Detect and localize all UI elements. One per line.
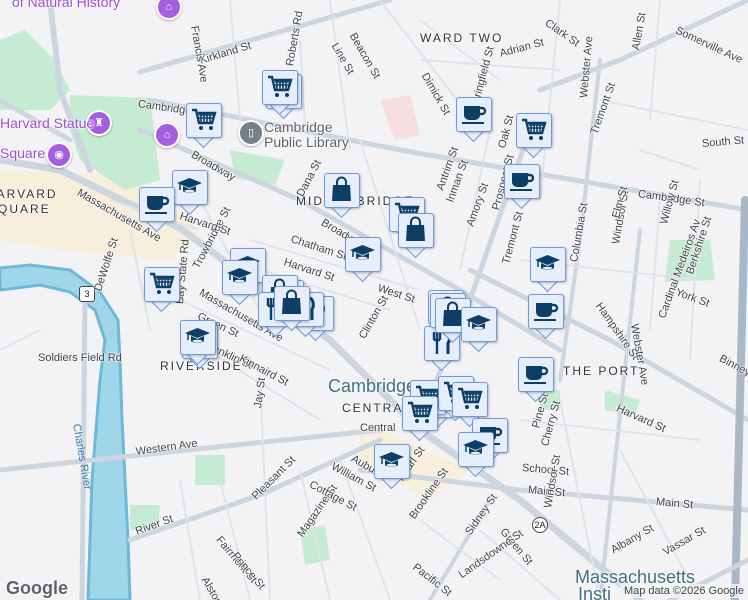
library-icon[interactable]: ▯ [238, 120, 264, 146]
map-marker[interactable] [402, 396, 438, 442]
shopping-cart-icon [150, 272, 175, 294]
map-marker[interactable] [144, 267, 180, 313]
city-label: Cambridge [328, 376, 417, 396]
map-marker[interactable] [172, 170, 208, 216]
street-label: Central [360, 422, 396, 434]
graduation-cap-icon [177, 178, 202, 193]
map-base-layer [0, 0, 748, 600]
coffee-cup-icon [524, 366, 549, 384]
map-marker[interactable] [461, 307, 497, 353]
map-marker[interactable] [398, 213, 434, 259]
shopping-bag-icon [282, 289, 301, 314]
map-marker[interactable] [262, 70, 298, 116]
map-marker[interactable] [518, 357, 554, 403]
coffee-cup-icon [510, 173, 535, 191]
coffee-cup-icon [534, 303, 559, 321]
map-marker[interactable] [516, 113, 552, 159]
museum-label: of Natural History [12, 0, 121, 10]
google-logo[interactable]: Google [6, 578, 68, 599]
route-2a-shield: 2A [532, 517, 548, 533]
graduation-cap-icon [379, 452, 404, 467]
museum-icon[interactable]: ⌂ [154, 122, 180, 148]
map-marker[interactable] [180, 320, 216, 366]
graduation-cap-icon [227, 268, 252, 283]
square-label: Square [0, 145, 46, 161]
map-marker[interactable] [374, 444, 410, 490]
map-attribution[interactable]: Map data ©2026 Google [619, 584, 748, 598]
charles-river [0, 263, 132, 600]
graduation-cap-icon [535, 255, 560, 270]
camera-icon[interactable]: ◉ [46, 142, 72, 168]
map-marker[interactable] [324, 173, 360, 219]
map-marker[interactable] [345, 237, 381, 283]
graduation-cap-icon [185, 328, 210, 343]
library-label: Public Library [264, 134, 349, 150]
shopping-cart-icon [522, 118, 547, 140]
neighborhood-label: THE PORT [563, 364, 640, 378]
shopping-cart-icon [458, 387, 483, 409]
graduation-cap-icon [463, 440, 488, 455]
shopping-bag-icon [406, 216, 425, 241]
neighborhood-label: WARD TWO [420, 31, 504, 45]
map-marker[interactable] [186, 103, 222, 149]
coffee-cup-icon [462, 106, 487, 124]
hospital-area [380, 95, 420, 140]
map-marker[interactable] [458, 432, 494, 478]
library-label: Cambridge [264, 119, 333, 135]
neighborhood-label: HARVARD [0, 187, 58, 201]
map-marker[interactable] [274, 286, 310, 332]
street-label: Soldiers Field Rd [38, 352, 122, 364]
coffee-cup-icon [145, 196, 170, 214]
map-marker[interactable] [504, 164, 540, 210]
map-canvas[interactable]: 3 2A ⌂ ♜ ◉ ⌂ ▯ of Natural History Harvard… [0, 0, 748, 600]
graduation-cap-icon [350, 245, 375, 260]
statue-label: Harvard Statue [0, 115, 95, 131]
shopping-cart-icon [192, 108, 217, 130]
neighborhood-label: SQUARE [0, 202, 51, 216]
shopping-cart-icon [268, 75, 293, 97]
map-marker[interactable] [139, 187, 175, 233]
graduation-cap-icon [466, 315, 491, 330]
map-marker[interactable] [530, 247, 566, 293]
map-marker[interactable] [222, 260, 258, 306]
mit-label: Insti [578, 584, 612, 600]
shopping-cart-icon [408, 401, 433, 423]
map-marker[interactable] [528, 294, 564, 340]
map-marker[interactable] [456, 97, 492, 143]
shopping-bag-icon [332, 176, 351, 201]
